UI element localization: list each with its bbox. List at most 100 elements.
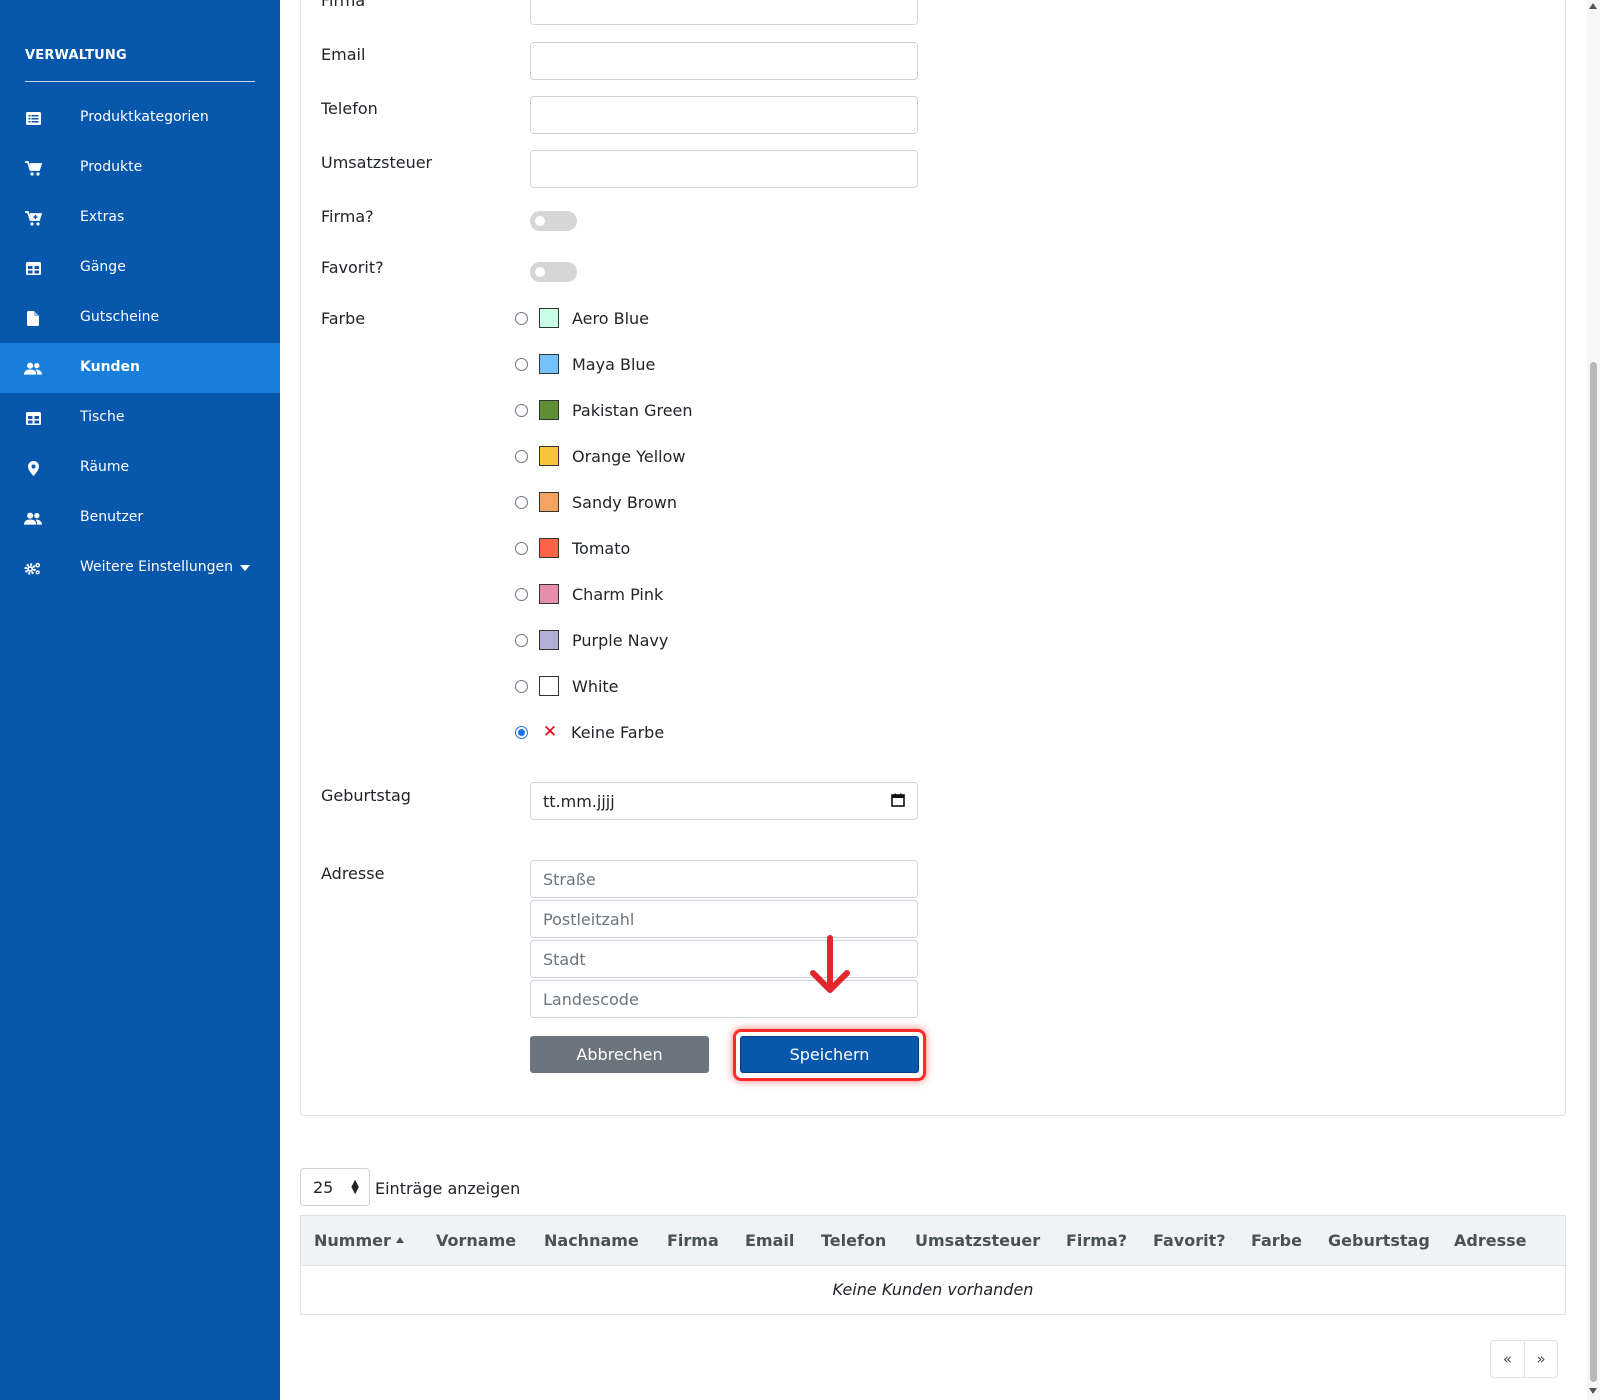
- list-icon: [24, 110, 42, 126]
- cart-plus-icon: [24, 210, 42, 226]
- color-option-keine-farbe[interactable]: ✕ Keine Farbe: [515, 721, 664, 743]
- sidebar-item-label: Extras: [80, 209, 125, 225]
- column-header-umsatzsteuer[interactable]: Umsatzsteuer: [915, 1231, 1040, 1250]
- favorit-toggle-label: Favorit?: [321, 258, 384, 277]
- postleitzahl-input[interactable]: Postleitzahl: [530, 900, 918, 938]
- gears-icon: [24, 560, 42, 576]
- close-icon: ✕: [542, 722, 558, 742]
- firma-input[interactable]: [530, 0, 918, 25]
- column-header-adresse[interactable]: Adresse: [1454, 1231, 1526, 1250]
- page-scrollbar[interactable]: [1587, 0, 1600, 1400]
- color-radio[interactable]: [515, 357, 528, 371]
- column-header-nachname[interactable]: Nachname: [544, 1231, 639, 1250]
- color-name: Charm Pink: [572, 584, 664, 604]
- color-radio[interactable]: [515, 679, 528, 693]
- color-swatch: [539, 538, 559, 558]
- color-swatch: [539, 676, 559, 696]
- calendar-icon[interactable]: [891, 792, 905, 811]
- farbe-label: Farbe: [321, 309, 366, 328]
- color-radio[interactable]: [515, 725, 528, 739]
- strasse-input[interactable]: Straße: [530, 860, 918, 898]
- column-header-geburtstag[interactable]: Geburtstag: [1328, 1231, 1430, 1250]
- sidebar-item-gutscheine[interactable]: Gutscheine: [0, 293, 280, 343]
- sort-asc-icon: [395, 1237, 404, 1243]
- sidebar-item-produkte[interactable]: Produkte: [0, 143, 280, 193]
- color-swatch: [539, 584, 559, 604]
- column-header-firma-flag[interactable]: Firma?: [1066, 1231, 1127, 1250]
- column-header-telefon[interactable]: Telefon: [821, 1231, 886, 1250]
- scroll-down-icon[interactable]: [1589, 1388, 1597, 1394]
- color-option-sandy-brown[interactable]: Sandy Brown: [515, 491, 677, 513]
- column-header-email[interactable]: Email: [745, 1231, 794, 1250]
- color-swatch: [539, 354, 559, 374]
- sidebar-item-raeume[interactable]: Räume: [0, 443, 280, 493]
- umsatzsteuer-label: Umsatzsteuer: [321, 153, 433, 172]
- sidebar-item-gaenge[interactable]: Gänge: [0, 243, 280, 293]
- color-option-pakistan-green[interactable]: Pakistan Green: [515, 399, 693, 421]
- color-option-orange-yellow[interactable]: Orange Yellow: [515, 445, 685, 467]
- stadt-input[interactable]: Stadt: [530, 940, 918, 978]
- color-swatch: [539, 308, 559, 328]
- toggle-knob: [535, 216, 545, 226]
- color-swatch: [539, 400, 559, 420]
- umsatzsteuer-input[interactable]: [530, 150, 918, 188]
- sidebar-item-label: Weitere Einstellungen: [80, 559, 234, 575]
- color-radio[interactable]: [515, 311, 528, 325]
- color-name: Purple Navy: [572, 630, 669, 650]
- favorit-toggle[interactable]: [530, 262, 577, 282]
- sort-updown-icon: ▲ ▼: [351, 1178, 359, 1196]
- firma-label: Firma: [321, 0, 366, 10]
- color-radio[interactable]: [515, 495, 528, 509]
- color-swatch: [539, 446, 559, 466]
- sidebar: VERWALTUNG Produktkategorien Produkte Ex…: [0, 0, 280, 1400]
- color-option-charm-pink[interactable]: Charm Pink: [515, 583, 663, 605]
- sidebar-item-label: Tische: [80, 409, 125, 425]
- scrollbar-thumb[interactable]: [1590, 362, 1597, 1382]
- page-length-select[interactable]: 25 ▲ ▼: [300, 1168, 370, 1206]
- sidebar-item-produktkategorien[interactable]: Produktkategorien: [0, 93, 280, 143]
- column-header-farbe[interactable]: Farbe: [1251, 1231, 1302, 1250]
- email-label: Email: [321, 45, 366, 64]
- geburtstag-label: Geburtstag: [321, 786, 411, 805]
- firma-toggle-label: Firma?: [321, 207, 374, 226]
- sidebar-item-benutzer[interactable]: Benutzer: [0, 493, 280, 543]
- file-icon: [24, 310, 42, 326]
- pagination: « »: [1490, 1340, 1558, 1378]
- cancel-button[interactable]: Abbrechen: [530, 1036, 709, 1073]
- firma-toggle[interactable]: [530, 211, 577, 231]
- color-name: White: [572, 676, 619, 696]
- telefon-input[interactable]: [530, 96, 918, 134]
- prev-page-button[interactable]: «: [1491, 1341, 1524, 1377]
- color-option-maya-blue[interactable]: Maya Blue: [515, 353, 655, 375]
- geburtstag-date-input[interactable]: tt.mm.jjjj: [530, 782, 918, 820]
- column-header-firma[interactable]: Firma: [667, 1231, 719, 1250]
- customers-table: Nummer Vorname Nachname Firma Email Tele…: [300, 1215, 1566, 1315]
- color-radio[interactable]: [515, 541, 528, 555]
- sidebar-item-label: Gutscheine: [80, 309, 160, 325]
- customer-form-card: [300, 0, 1566, 1116]
- color-radio[interactable]: [515, 403, 528, 417]
- save-button[interactable]: Speichern: [740, 1036, 919, 1073]
- column-header-favorit[interactable]: Favorit?: [1153, 1231, 1226, 1250]
- scroll-up-icon[interactable]: [1589, 3, 1597, 9]
- sidebar-item-weitere-einstellungen[interactable]: Weitere Einstellungen: [0, 543, 280, 593]
- empty-table-message: Keine Kunden vorhanden: [832, 1280, 1034, 1299]
- sidebar-item-extras[interactable]: Extras: [0, 193, 280, 243]
- color-radio[interactable]: [515, 633, 528, 647]
- color-name: Maya Blue: [572, 354, 656, 374]
- column-header-nummer[interactable]: Nummer: [314, 1231, 404, 1250]
- color-option-tomato[interactable]: Tomato: [515, 537, 630, 559]
- color-radio[interactable]: [515, 587, 528, 601]
- column-header-vorname[interactable]: Vorname: [436, 1231, 516, 1250]
- color-radio[interactable]: [515, 449, 528, 463]
- color-name: Aero Blue: [572, 308, 650, 328]
- landescode-input[interactable]: Landescode: [530, 980, 918, 1018]
- color-option-white[interactable]: White: [515, 675, 619, 697]
- color-option-purple-navy[interactable]: Purple Navy: [515, 629, 668, 651]
- color-option-aero-blue[interactable]: Aero Blue: [515, 307, 649, 329]
- column-header-label: Nummer: [314, 1231, 391, 1250]
- sidebar-item-kunden[interactable]: Kunden: [0, 343, 280, 393]
- email-input[interactable]: [530, 42, 918, 80]
- sidebar-item-tische[interactable]: Tische: [0, 393, 280, 443]
- next-page-button[interactable]: »: [1524, 1341, 1557, 1377]
